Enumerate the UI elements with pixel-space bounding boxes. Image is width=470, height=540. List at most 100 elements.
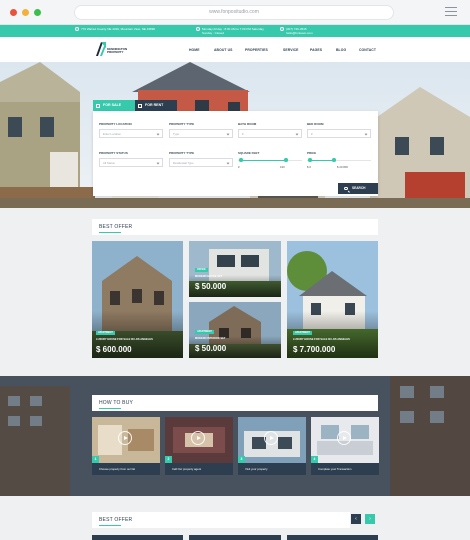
card-2-badge: OFFICE xyxy=(195,268,208,272)
offer-card-1[interactable]: APARTMENT LUXURY HOUSE FOR SALE IN LOS A… xyxy=(92,241,183,358)
minimize-window-dot[interactable] xyxy=(22,9,29,16)
square-feet-max: 190 xyxy=(280,165,285,169)
maximize-window-dot[interactable] xyxy=(34,9,41,16)
price-min-handle[interactable] xyxy=(308,158,312,162)
tab-for-rent-label: FOR RENT xyxy=(145,103,164,107)
property-status-label: PROPERTY STATUS xyxy=(99,151,128,155)
step-2-caption: Call Our property agent xyxy=(165,463,233,475)
card-1-title: LUXURY HOUSE FOR SALE IN LOS ANGELES xyxy=(96,338,153,341)
title-underline xyxy=(99,408,121,409)
logo-text: KENNINGTON PROPERTY xyxy=(107,48,127,54)
offer-card-4[interactable]: APARTMENT LUXURY HOUSE FOR SALE IN LOS A… xyxy=(287,241,378,358)
offer-card-2[interactable]: OFFICE MODERN HOUSE SET $ 50.000 xyxy=(189,241,281,297)
close-window-dot[interactable] xyxy=(10,9,17,16)
nav-pages[interactable]: PAGES xyxy=(310,48,322,52)
logo-mark-icon xyxy=(96,42,106,56)
bed-room-select[interactable]: # xyxy=(307,129,371,138)
card-2-price: $ 50.000 xyxy=(195,282,227,291)
browser-chrome: www.fonpositudio.com xyxy=(0,0,470,25)
offer-card-preview-1 xyxy=(92,535,183,540)
tab-for-sale[interactable]: FOR SALE xyxy=(93,100,135,111)
chevron-down-icon xyxy=(364,132,368,136)
tab-for-sale-label: FOR SALE xyxy=(103,103,122,107)
offer-card-3[interactable]: APARTMENT MODERN INTERIOR SET $ 50.000 xyxy=(189,302,281,358)
how-to-buy-title-text: HOW TO BUY xyxy=(99,400,134,406)
step-2-number: 2 xyxy=(165,456,172,463)
bath-room-value: # xyxy=(242,132,244,136)
price-max-handle[interactable] xyxy=(332,158,336,162)
property-location-value: Enter Location xyxy=(103,132,122,136)
play-icon[interactable] xyxy=(264,431,278,445)
location-icon xyxy=(75,27,79,31)
price-max: $ 20.800 xyxy=(337,165,348,169)
carousel-next-button[interactable]: › xyxy=(365,514,375,524)
bed-room-label: BED ROOM xyxy=(307,122,324,126)
title-underline xyxy=(99,525,121,526)
search-button[interactable]: SEARCH xyxy=(338,183,378,194)
step-1-caption: Choose property from our list xyxy=(92,463,160,475)
logo-text-line2: PROPERTY xyxy=(107,50,124,54)
how-to-buy-step-3[interactable]: 3 Visit your property xyxy=(238,417,306,475)
chevron-down-icon xyxy=(226,161,230,165)
nav-service[interactable]: SERVICE xyxy=(283,48,299,52)
bed-room-value: # xyxy=(311,132,313,136)
property-type-label: PROPERTY TYPE xyxy=(169,122,195,126)
square-feet-max-handle[interactable] xyxy=(284,158,288,162)
nav-blog[interactable]: BLOG xyxy=(336,48,346,52)
card-3-price: $ 50.000 xyxy=(195,344,227,353)
property-type2-select[interactable]: Residential Type xyxy=(169,158,233,167)
how-to-buy-background xyxy=(0,376,470,496)
property-type-value: Type xyxy=(173,132,180,136)
property-location-select[interactable]: Enter Location xyxy=(99,129,163,138)
card-3-badge: APARTMENT xyxy=(195,330,214,334)
contact-text: (007) 746-3546 hello@fonteam.com xyxy=(286,27,313,35)
how-to-buy-title: HOW TO BUY xyxy=(92,395,378,411)
logo[interactable]: KENNINGTON PROPERTY xyxy=(96,42,127,58)
chevron-down-icon xyxy=(156,161,160,165)
carousel-prev-button[interactable]: ‹ xyxy=(351,514,361,524)
card-1-price: $ 600.000 xyxy=(96,345,132,354)
property-status-value: All Status xyxy=(103,161,115,165)
square-feet-min-handle[interactable] xyxy=(239,158,243,162)
menu-icon[interactable] xyxy=(445,7,457,17)
nav-properties[interactable]: PROPERTIES xyxy=(245,48,268,52)
step-4-caption: Complete your Transaction xyxy=(311,463,379,475)
how-to-buy-step-2[interactable]: 2 Call Our property agent xyxy=(165,417,233,475)
best-offer-title: BEST OFFER xyxy=(92,219,378,235)
price-min: $ # xyxy=(307,165,311,169)
building-icon xyxy=(138,103,142,108)
property-type-select[interactable]: Type xyxy=(169,129,233,138)
hours-text: Monday-Friday : 8:00 AM to 7:00 PM Satur… xyxy=(202,27,265,35)
nav-home[interactable]: HOME xyxy=(189,48,200,52)
offer-card-preview-2 xyxy=(189,535,281,540)
nav-contact[interactable]: CONTACT xyxy=(359,48,376,52)
how-to-buy-step-1[interactable]: 1 Choose property from our list xyxy=(92,417,160,475)
phone-icon xyxy=(280,27,284,31)
square-feet-min: # xyxy=(238,165,240,169)
nav-about-us[interactable]: ABOUT US xyxy=(214,48,233,52)
card-4-title: LUXURY HOUSE FOR SALE IN LOS ANGELES xyxy=(293,338,350,341)
title-underline xyxy=(99,232,121,233)
bath-room-label: BATH ROOM xyxy=(238,122,257,126)
step-4-number: 4 xyxy=(311,456,318,463)
property-status-select[interactable]: All Status xyxy=(99,158,163,167)
card-4-badge: APARTMENT xyxy=(293,331,312,335)
card-2-title: MODERN HOUSE SET xyxy=(195,275,223,278)
search-button-label: SEARCH xyxy=(352,186,366,190)
search-icon xyxy=(344,186,348,190)
home-icon xyxy=(96,103,100,108)
best-offer-title-text: BEST OFFER xyxy=(99,224,133,230)
main-nav: KENNINGTON PROPERTY HOME ABOUT US PROPER… xyxy=(0,37,470,62)
play-icon[interactable] xyxy=(191,431,205,445)
card-4-price: $ 7.700.000 xyxy=(293,345,336,354)
address-bar[interactable]: www.fonpositudio.com xyxy=(74,5,394,20)
play-icon[interactable] xyxy=(118,431,132,445)
chevron-down-icon xyxy=(226,132,230,136)
card-1-badge: APARTMENT xyxy=(96,331,115,335)
how-to-buy-step-4[interactable]: 4 Complete your Transaction xyxy=(311,417,379,475)
play-icon[interactable] xyxy=(337,431,351,445)
bath-room-select[interactable]: # xyxy=(238,129,302,138)
tab-for-rent[interactable]: FOR RENT xyxy=(135,100,177,111)
square-feet-label: SQUARE FEET xyxy=(238,151,260,155)
chevron-down-icon xyxy=(295,132,299,136)
